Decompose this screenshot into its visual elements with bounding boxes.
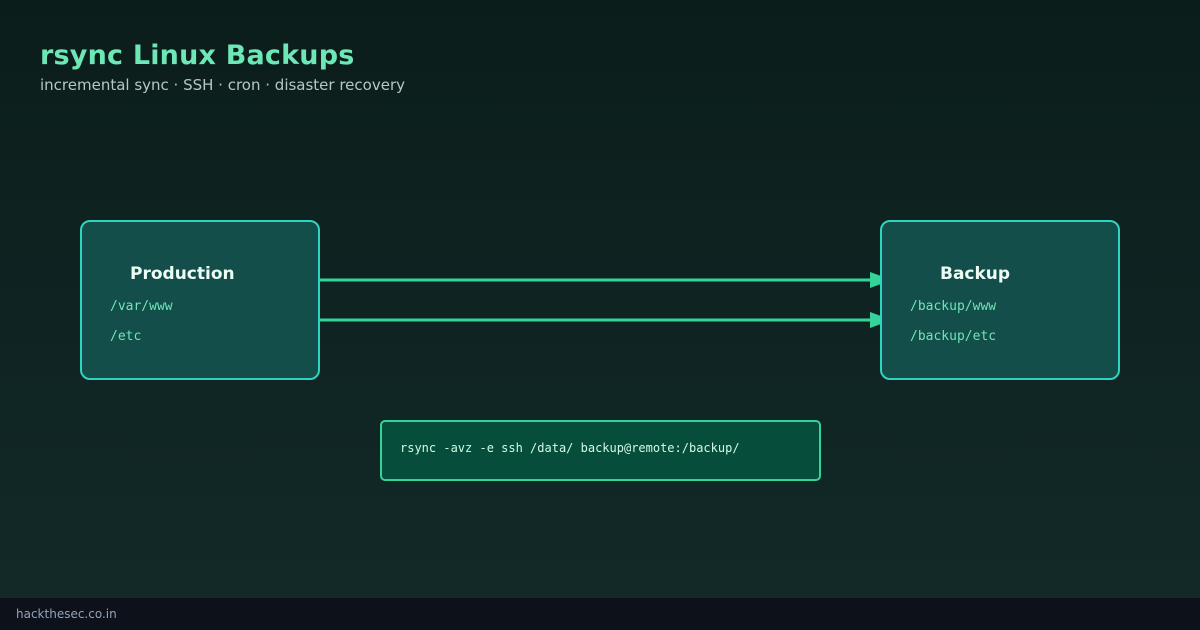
footer-bar: hackthesec.co.in [0,598,1200,630]
footer-site: hackthesec.co.in [16,607,117,621]
backup-server-box: Backup /backup/www /backup/etc [880,220,1120,380]
backup-path-www: /backup/www [910,299,997,314]
production-server-box: Production /var/www /etc [80,220,320,380]
production-path-www: /var/www [110,299,173,314]
command-text: rsync -avz -e ssh /data/ backup@remote:/… [400,441,740,455]
production-title: Production [130,264,235,284]
production-path-etc: /etc [110,329,142,344]
backup-title: Backup [940,264,1011,284]
command-box: rsync -avz -e ssh /data/ backup@remote:/… [380,420,821,481]
backup-path-etc: /backup/etc [910,329,997,344]
